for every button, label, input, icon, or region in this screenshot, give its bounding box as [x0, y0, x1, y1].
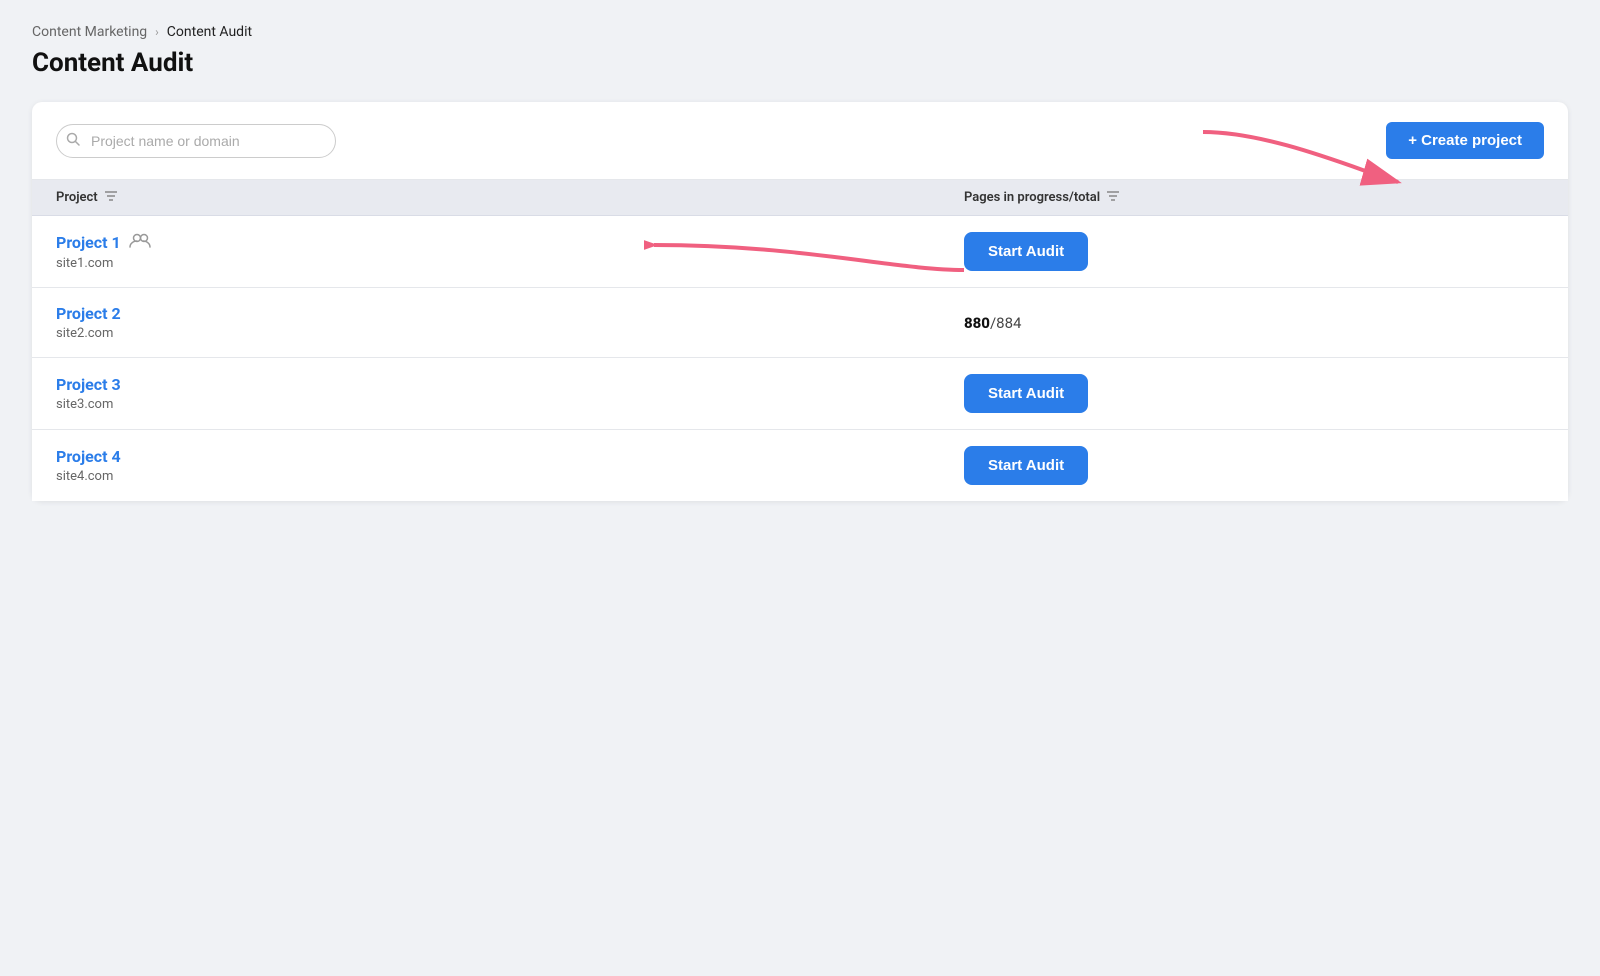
breadcrumb-current: Content Audit [167, 24, 252, 40]
search-wrapper [56, 124, 336, 158]
search-input[interactable] [56, 124, 336, 158]
header-pages: Pages in progress/total [964, 190, 1344, 205]
project-info: Project 1 site1.com [56, 232, 964, 271]
header-action [1344, 190, 1544, 205]
project-name: Project 3 [56, 375, 964, 394]
toolbar: + Create project [32, 102, 1568, 180]
breadcrumb-parent: Content Marketing [32, 24, 147, 40]
project-info: Project 2 site2.com [56, 304, 964, 341]
project-filter-icon[interactable] [104, 190, 118, 205]
project-info: Project 3 site3.com [56, 375, 964, 412]
pages-cell: Start Audit [964, 374, 1344, 413]
table-header: Project Pages in progress/total [32, 180, 1568, 216]
project-info: Project 4 site4.com [56, 447, 964, 484]
project-domain: site4.com [56, 469, 964, 484]
breadcrumb: Content Marketing › Content Audit [32, 24, 1568, 40]
page-title: Content Audit [32, 48, 1568, 78]
start-audit-button-1[interactable]: Start Audit [964, 232, 1088, 271]
start-audit-button-3[interactable]: Start Audit [964, 374, 1088, 413]
pages-cell: Start Audit [964, 232, 1344, 271]
project-domain: site1.com [56, 256, 964, 271]
pages-filter-icon[interactable] [1106, 190, 1120, 205]
breadcrumb-separator: › [155, 25, 159, 39]
team-icon [129, 232, 151, 253]
table-row: Project 3 site3.com Start Audit [32, 358, 1568, 430]
project-name: Project 1 [56, 232, 964, 253]
search-icon [66, 132, 80, 150]
project-name: Project 4 [56, 447, 964, 466]
table-row: Project 4 site4.com Start Audit [32, 430, 1568, 501]
start-audit-button-4[interactable]: Start Audit [964, 446, 1088, 485]
project-name: Project 2 [56, 304, 964, 323]
create-project-button[interactable]: + Create project [1386, 122, 1544, 159]
table-row: Project 2 site2.com 880/884 [32, 288, 1568, 358]
header-project: Project [56, 190, 964, 205]
table-row: Project 1 site1.com Start Audit [32, 216, 1568, 288]
pages-progress: 880/884 [964, 314, 1344, 332]
project-domain: site3.com [56, 397, 964, 412]
main-card: + Create project Project Pages in progre… [32, 102, 1568, 501]
project-domain: site2.com [56, 326, 964, 341]
pages-cell: Start Audit [964, 446, 1344, 485]
